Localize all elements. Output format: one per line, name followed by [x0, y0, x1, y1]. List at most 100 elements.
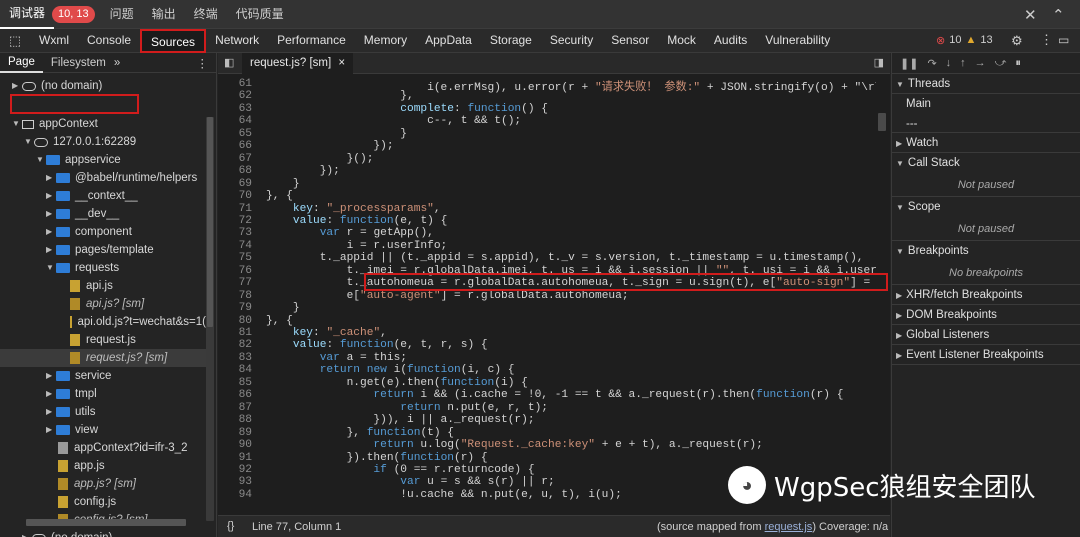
tree-item-folder[interactable]: ▶ service	[46, 367, 111, 385]
line-number[interactable]: 78	[218, 290, 252, 302]
line-number[interactable]: 63	[218, 103, 252, 115]
line-number[interactable]: 86	[218, 389, 252, 401]
dock-icon[interactable]: ▭	[1058, 33, 1069, 47]
section-scope[interactable]: ▼ Scope	[892, 197, 1080, 217]
tree-item-folder[interactable]: ▶ pages/template	[46, 241, 154, 259]
tab-filesystem[interactable]: Filesystem	[43, 57, 114, 69]
step-over-icon[interactable]: ↷	[927, 57, 936, 70]
line-number[interactable]: 77	[218, 277, 252, 289]
section-threads[interactable]: ▼ Threads	[892, 74, 1080, 94]
line-number[interactable]: 62	[218, 90, 252, 102]
tab-page[interactable]: Page	[0, 53, 43, 73]
tab-console[interactable]: Console	[78, 29, 140, 53]
line-number[interactable]: 89	[218, 427, 252, 439]
line-number[interactable]: 84	[218, 364, 252, 376]
line-number[interactable]: 73	[218, 227, 252, 239]
pause-on-exceptions-icon[interactable]: ⏸	[1015, 57, 1021, 70]
tree-item-no-domain[interactable]: ▶(no domain)	[12, 77, 102, 95]
line-number[interactable]: 67	[218, 153, 252, 165]
line-number[interactable]: 70	[218, 190, 252, 202]
line-number[interactable]: 83	[218, 352, 252, 364]
line-number[interactable]: 69	[218, 178, 252, 190]
step-out-icon[interactable]: ↑	[960, 57, 966, 69]
tab-debugger[interactable]: 调试器	[0, 0, 55, 29]
line-number[interactable]: 92	[218, 464, 252, 476]
tree-item-file[interactable]: api.js	[70, 277, 113, 295]
section-breakpoints[interactable]: ▼ Breakpoints	[892, 241, 1080, 261]
tree-item-file[interactable]: config.js	[58, 493, 116, 511]
line-number[interactable]: 75	[218, 252, 252, 264]
line-number[interactable]: 68	[218, 165, 252, 177]
line-number[interactable]: 71	[218, 203, 252, 215]
format-icon[interactable]: {}	[227, 520, 234, 532]
tree-item-file[interactable]: app.js	[58, 457, 105, 475]
tree-item-requests[interactable]: ▼ requests	[46, 259, 119, 277]
toggle-navigator-icon[interactable]: ◧	[224, 56, 234, 69]
scrollbar-thumb[interactable]	[878, 113, 886, 131]
more-options-icon[interactable]: ⋮	[1040, 32, 1053, 48]
issue-counts[interactable]: ⊗ 10 ▲ 13	[936, 34, 993, 47]
line-number[interactable]: 85	[218, 377, 252, 389]
tab-mock[interactable]: Mock	[658, 29, 705, 53]
line-number[interactable]: 82	[218, 339, 252, 351]
tab-appdata[interactable]: AppData	[416, 29, 481, 53]
chevron-up-icon[interactable]: ⌃	[1052, 6, 1065, 24]
tree-item-folder[interactable]: ▶ @babel/runtime/helpers	[46, 169, 197, 187]
line-number[interactable]: 74	[218, 240, 252, 252]
line-number[interactable]: 65	[218, 128, 252, 140]
tree-item-no-domain[interactable]: ▶(no domain)	[22, 529, 112, 537]
line-number[interactable]: 79	[218, 302, 252, 314]
tab-issues[interactable]: 问题	[101, 0, 143, 29]
thread-main[interactable]: Main	[892, 94, 1080, 114]
tab-sensor[interactable]: Sensor	[602, 29, 658, 53]
tree-item-folder[interactable]: ▶ tmpl	[46, 385, 97, 403]
line-number[interactable]: 76	[218, 265, 252, 277]
tab-network[interactable]: Network	[206, 29, 268, 53]
line-number[interactable]: 87	[218, 402, 252, 414]
tab-security[interactable]: Security	[541, 29, 602, 53]
tab-audits[interactable]: Audits	[705, 29, 756, 53]
tree-item-folder[interactable]: ▶ __dev__	[46, 205, 119, 223]
tab-vulnerability[interactable]: Vulnerability	[756, 29, 839, 53]
source-map-link[interactable]: request.js	[765, 521, 813, 533]
tab-terminal[interactable]: 终端	[185, 0, 227, 29]
tree-item-appcontext[interactable]: ▼ appContext	[12, 115, 98, 133]
tab-storage[interactable]: Storage	[481, 29, 541, 53]
tree-item-host[interactable]: ▼ 127.0.0.1:62289	[24, 133, 136, 151]
line-number[interactable]: 94	[218, 489, 252, 501]
line-number[interactable]: 72	[218, 215, 252, 227]
tree-item-folder[interactable]: ▶ component	[46, 223, 132, 241]
line-number[interactable]: 61	[218, 78, 252, 90]
tree-item-folder[interactable]: ▶ view	[46, 421, 98, 439]
section-watch[interactable]: ▶ Watch	[892, 133, 1080, 153]
deactivate-breakpoints-icon[interactable]: ⤻	[995, 57, 1007, 70]
more-options-icon[interactable]: ⋮	[189, 56, 217, 70]
line-number[interactable]: 91	[218, 452, 252, 464]
tree-item-file[interactable]: api.old.js?t=wechat&s=1(	[70, 313, 206, 331]
tree-item-file-selected[interactable]: request.js? [sm]	[0, 349, 206, 367]
toggle-debugger-icon[interactable]: ◨	[874, 56, 884, 69]
tab-code-quality[interactable]: 代码质量	[227, 0, 293, 29]
section-event-listener-breakpoints[interactable]: ▶ Event Listener Breakpoints	[892, 345, 1080, 365]
step-into-icon[interactable]: ↓	[946, 57, 952, 69]
tab-performance[interactable]: Performance	[268, 29, 355, 53]
scrollbar-thumb[interactable]	[207, 117, 213, 327]
tree-item-file[interactable]: api.js? [sm]	[70, 295, 144, 313]
tree-item-appservice[interactable]: ▼ appservice	[36, 151, 121, 169]
tab-wxml[interactable]: Wxml	[30, 29, 78, 53]
tree-item-file[interactable]: request.js	[70, 331, 136, 349]
line-number[interactable]: 81	[218, 327, 252, 339]
tab-memory[interactable]: Memory	[355, 29, 416, 53]
section-global-listeners[interactable]: ▶ Global Listeners	[892, 325, 1080, 345]
tab-output[interactable]: 输出	[143, 0, 185, 29]
line-number[interactable]: 80	[218, 315, 252, 327]
section-xhr-breakpoints[interactable]: ▶ XHR/fetch Breakpoints	[892, 285, 1080, 305]
section-dom-breakpoints[interactable]: ▶ DOM Breakpoints	[892, 305, 1080, 325]
tree-item-file[interactable]: app.js? [sm]	[58, 475, 136, 493]
tree-item-file[interactable]: appContext?id=ifr-3_2	[58, 439, 187, 457]
more-tabs-icon[interactable]: »	[114, 57, 120, 69]
gear-icon[interactable]: ⚙	[1011, 33, 1023, 49]
editor-file-tab[interactable]: request.js? [sm] ×	[242, 52, 354, 74]
horizontal-scrollbar[interactable]	[26, 519, 186, 526]
line-number[interactable]: 88	[218, 414, 252, 426]
